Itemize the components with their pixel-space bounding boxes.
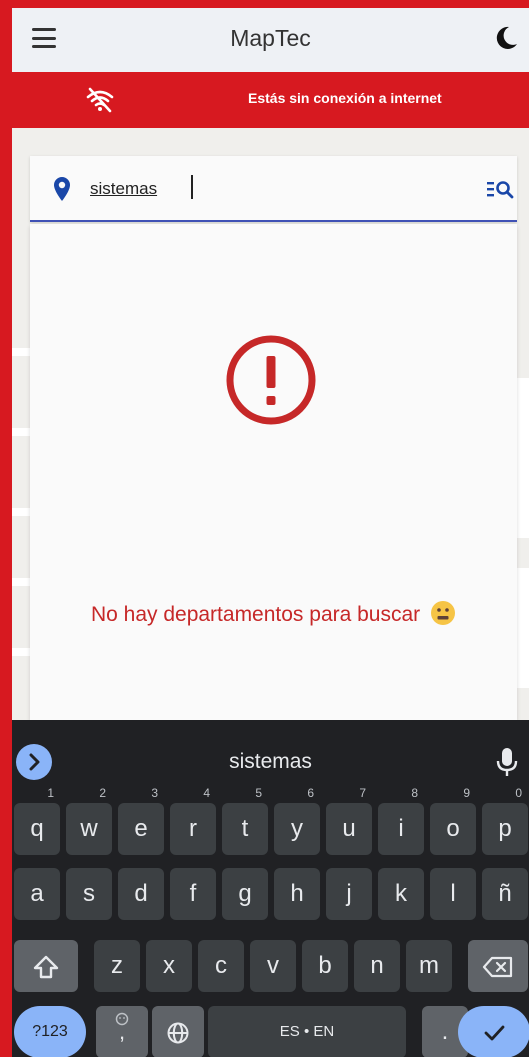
key-c[interactable]: c xyxy=(198,940,244,992)
enter-key[interactable] xyxy=(458,1006,529,1057)
wifi-off-icon xyxy=(86,87,114,113)
empty-results-text: No hay departamentos para buscar xyxy=(90,603,421,626)
key-j[interactable]: j xyxy=(326,868,372,920)
emoji-icon xyxy=(431,601,456,625)
key-m[interactable]: m xyxy=(406,940,452,992)
key-r[interactable]: r4 xyxy=(170,787,216,855)
suggestion-strip: sistemas xyxy=(12,720,529,792)
empty-results-message: No hay departamentos para buscar xyxy=(30,600,517,627)
key-s[interactable]: s xyxy=(66,868,112,920)
app-title: MapTec xyxy=(230,25,311,51)
key-q[interactable]: q1 xyxy=(14,787,60,855)
offline-message: Estás sin conexión a internet xyxy=(248,90,442,106)
key-v[interactable]: v xyxy=(250,940,296,992)
key-g[interactable]: g xyxy=(222,868,268,920)
key-y[interactable]: y6 xyxy=(274,787,320,855)
key-l[interactable]: l xyxy=(430,868,476,920)
key-w[interactable]: w2 xyxy=(66,787,112,855)
dark-mode-icon[interactable] xyxy=(490,22,522,54)
shift-key[interactable] xyxy=(14,940,78,992)
shift-icon xyxy=(33,955,59,978)
key-i[interactable]: i8 xyxy=(378,787,424,855)
search-bar xyxy=(30,156,517,222)
soft-keyboard: sistemas q1 w2 e3 r4 t5 y6 u7 i8 o9 p0 a… xyxy=(12,720,529,1057)
globe-icon xyxy=(167,1022,189,1044)
key-n[interactable]: n xyxy=(354,940,400,992)
search-input[interactable] xyxy=(90,175,420,203)
text-cursor xyxy=(191,175,193,199)
key-h[interactable]: h xyxy=(274,868,320,920)
key-k[interactable]: k xyxy=(378,868,424,920)
key-d[interactable]: d xyxy=(118,868,164,920)
key-n-tilde[interactable]: ñ xyxy=(482,868,528,920)
key-a[interactable]: a xyxy=(14,868,60,920)
key-o[interactable]: o9 xyxy=(430,787,476,855)
top-app-bar: MapTec xyxy=(12,8,529,72)
offline-banner: Estás sin conexión a internet xyxy=(12,72,529,128)
key-b[interactable]: b xyxy=(302,940,348,992)
results-panel: No hay departamentos para buscar xyxy=(30,224,517,720)
mic-icon[interactable] xyxy=(496,746,518,778)
key-t[interactable]: t5 xyxy=(222,787,268,855)
emoji-key-icon xyxy=(115,1012,129,1026)
space-key[interactable]: ES • EN xyxy=(208,1006,406,1057)
key-x[interactable]: x xyxy=(146,940,192,992)
key-u[interactable]: u7 xyxy=(326,787,372,855)
numbers-key[interactable]: ?123 xyxy=(14,1006,86,1057)
key-p[interactable]: p0 xyxy=(482,787,528,855)
language-key[interactable] xyxy=(152,1006,204,1057)
backspace-icon xyxy=(482,956,513,977)
suggestion-word[interactable]: sistemas xyxy=(12,750,529,774)
key-e[interactable]: e3 xyxy=(118,787,164,855)
key-z[interactable]: z xyxy=(94,940,140,992)
comma-key[interactable]: , xyxy=(96,1006,148,1057)
app-screen: MapTec Estás sin conexión a internet sis… xyxy=(12,8,529,1057)
backspace-key[interactable] xyxy=(468,940,528,992)
alert-icon xyxy=(226,335,316,425)
location-pin-icon xyxy=(54,177,70,201)
check-icon xyxy=(484,1025,505,1041)
list-search-icon[interactable] xyxy=(486,178,514,200)
key-f[interactable]: f xyxy=(170,868,216,920)
